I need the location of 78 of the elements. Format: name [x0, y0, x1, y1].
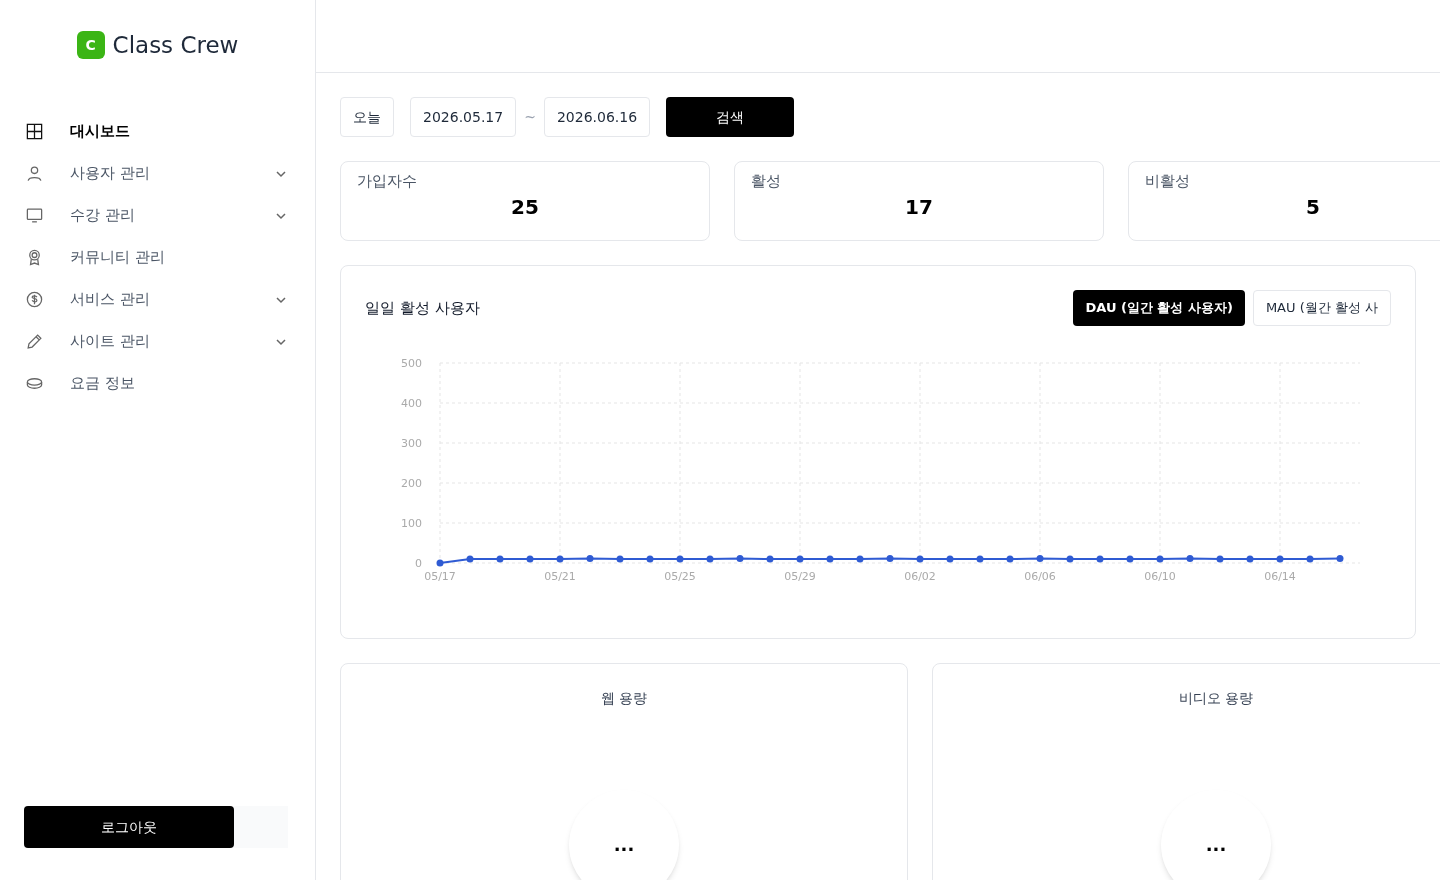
chart-tab[interactable]: DAU (일간 활성 사용자): [1073, 290, 1245, 326]
chart-title: 일일 활성 사용자: [365, 297, 480, 319]
today-button[interactable]: 오늘: [340, 97, 394, 137]
data-point: [436, 559, 444, 567]
loading-indicator: ...: [1161, 790, 1271, 880]
y-tick-label: 500: [401, 358, 422, 370]
dollar-icon: [25, 290, 44, 309]
start-date-field[interactable]: 2026.05.17: [410, 97, 517, 137]
data-point: [1096, 555, 1104, 563]
search-button[interactable]: 검색: [666, 97, 795, 137]
data-point: [1006, 555, 1014, 563]
data-point: [1246, 555, 1254, 563]
sidebar-item[interactable]: 요금 정보: [0, 362, 315, 405]
data-point: [496, 555, 504, 563]
data-point: [1336, 555, 1344, 563]
data-point: [916, 555, 924, 563]
stat-label: 활성: [751, 171, 781, 192]
date-separator: ~: [524, 108, 536, 127]
data-point: [466, 555, 474, 563]
stat-value: 25: [511, 193, 539, 221]
data-point: [616, 555, 624, 563]
y-tick-label: 300: [401, 437, 422, 450]
user-icon: [25, 164, 44, 183]
grid-icon: [25, 122, 44, 141]
end-date-field[interactable]: 2026.06.16: [543, 97, 651, 137]
x-tick-label: 05/17: [424, 570, 456, 583]
data-point: [1216, 555, 1224, 563]
monitor-icon: [25, 206, 44, 225]
data-point: [1186, 555, 1194, 563]
x-tick-label: 05/21: [544, 570, 576, 583]
sidebar-item[interactable]: 서비스 관리: [0, 278, 315, 321]
data-point: [826, 555, 834, 563]
data-point: [706, 555, 714, 563]
x-tick-label: 06/10: [1144, 570, 1176, 583]
data-point: [586, 555, 594, 563]
x-tick-label: 06/06: [1024, 570, 1056, 583]
data-point: [886, 555, 894, 563]
data-point: [976, 555, 984, 563]
data-point: [1036, 555, 1044, 563]
data-point: [556, 555, 564, 563]
sidebar-item[interactable]: 수강 관리: [0, 194, 315, 237]
usage-title: 웹 용량: [600, 689, 648, 708]
data-point: [766, 555, 774, 563]
pencil-icon: [25, 332, 44, 351]
data-point: [1066, 555, 1074, 563]
data-point: [946, 555, 954, 563]
sidebar-item[interactable]: 사용자 관리: [0, 152, 315, 195]
x-tick-label: 05/29: [784, 570, 816, 583]
stat-label: 가입자수: [357, 171, 417, 192]
data-point: [676, 555, 684, 563]
y-tick-label: 400: [401, 397, 422, 410]
usage-title: 비디오 용량: [1178, 689, 1254, 708]
logout-button[interactable]: 로그아웃: [24, 806, 234, 848]
x-tick-label: 06/02: [904, 570, 936, 583]
stat-label: 비활성: [1145, 171, 1190, 192]
x-tick-label: 06/14: [1264, 570, 1296, 583]
y-tick-label: 200: [401, 477, 422, 490]
x-tick-label: 05/25: [664, 570, 696, 583]
data-point: [1276, 555, 1284, 563]
loading-indicator: ...: [569, 790, 679, 880]
stat-value: 17: [905, 193, 933, 221]
data-point: [646, 555, 654, 563]
data-point: [736, 555, 744, 563]
brand-name: Class Crew: [112, 31, 239, 60]
logo-icon: C: [76, 31, 105, 60]
data-point: [1306, 555, 1314, 563]
data-point: [1126, 555, 1134, 563]
chart-tab[interactable]: MAU (월간 활성 사: [1252, 290, 1391, 326]
sidebar-item[interactable]: 커뮤니티 관리: [0, 236, 315, 279]
data-point: [526, 555, 534, 563]
y-tick-label: 100: [401, 517, 422, 530]
data-point: [796, 555, 804, 563]
sidebar-item[interactable]: 사이트 관리: [0, 320, 315, 363]
sidebar-item[interactable]: 대시보드: [0, 110, 315, 153]
stat-value: 5: [1306, 193, 1320, 221]
data-point: [856, 555, 864, 563]
data-point: [1156, 555, 1164, 563]
y-tick-label: 0: [415, 557, 422, 570]
